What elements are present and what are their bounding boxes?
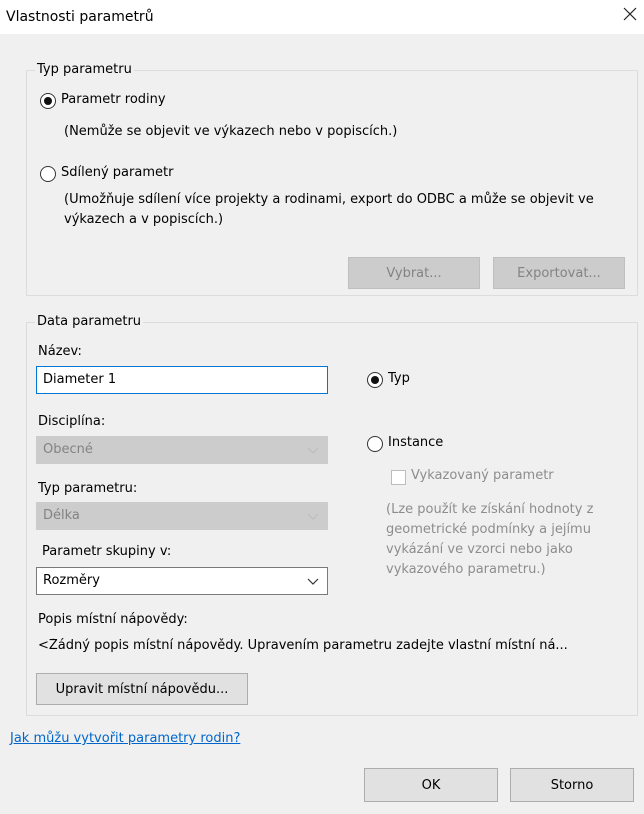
tooltip-label: Popis místní nápovědy: — [38, 612, 188, 627]
family-param-desc: (Nemůže se objevit ve výkazech nebo v po… — [64, 124, 398, 139]
cancel-button[interactable]: Storno — [510, 768, 634, 802]
shared-param-radio[interactable] — [40, 166, 56, 182]
export-button[interactable]: Exportovat... — [493, 257, 625, 289]
shared-param-desc: (Umožňuje sdílení více projekty a rodina… — [64, 192, 594, 227]
reporting-desc: (Lze použít ke získání hodnoty z geometr… — [386, 502, 594, 577]
name-input[interactable]: Diameter 1 — [36, 366, 328, 394]
ok-button[interactable]: OK — [364, 768, 498, 802]
close-icon[interactable] — [618, 2, 642, 26]
chevron-down-icon — [307, 513, 319, 520]
shared-param-label[interactable]: Sdílený parametr — [61, 165, 173, 180]
chevron-down-icon — [307, 578, 319, 585]
group-value: Rozměry — [43, 573, 100, 588]
help-link[interactable]: Jak můžu vytvořit parametry rodin? — [10, 731, 240, 746]
group-select[interactable]: Rozměry — [36, 567, 328, 595]
reporting-label[interactable]: Vykazovaný parametr — [411, 468, 554, 483]
reporting-checkbox[interactable] — [391, 470, 406, 485]
param-type-label: Typ parametru: — [38, 481, 138, 496]
instance-radio-label[interactable]: Instance — [388, 435, 443, 450]
name-label: Název: — [38, 344, 82, 359]
discipline-select[interactable]: Obecné — [36, 436, 328, 464]
group-label: Parametr skupiny v: — [42, 544, 172, 559]
tooltip-text: <Žádný popis místní nápovědy. Upravením … — [38, 638, 568, 653]
type-radio[interactable] — [367, 372, 383, 388]
param-type-select[interactable]: Délka — [36, 502, 328, 530]
param-type-legend: Typ parametru — [37, 62, 132, 77]
chevron-down-icon — [307, 447, 319, 454]
param-type-value: Délka — [43, 508, 80, 523]
discipline-value: Obecné — [43, 442, 93, 457]
param-data-legend: Data parametru — [37, 314, 142, 329]
type-radio-label[interactable]: Typ — [388, 371, 410, 386]
family-param-label[interactable]: Parametr rodiny — [61, 92, 166, 107]
discipline-label: Disciplína: — [38, 414, 106, 429]
family-param-radio[interactable] — [40, 93, 56, 109]
edit-tooltip-button[interactable]: Upravit místní nápovědu... — [36, 673, 248, 705]
select-button[interactable]: Vybrat... — [348, 257, 480, 289]
instance-radio[interactable] — [367, 436, 383, 452]
window-title: Vlastnosti parametrů — [6, 9, 154, 25]
